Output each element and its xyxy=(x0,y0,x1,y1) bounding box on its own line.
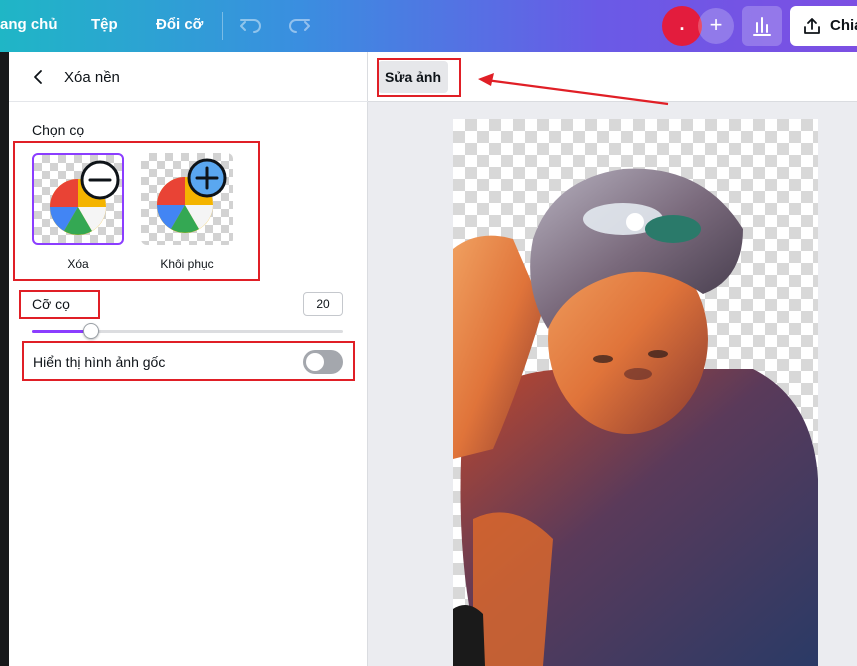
brush-size-input[interactable]: 20 xyxy=(303,292,343,316)
person-cutout-image xyxy=(453,168,818,666)
slider-thumb[interactable] xyxy=(83,323,99,339)
cutout-photo[interactable] xyxy=(453,119,818,666)
bar-chart-icon xyxy=(753,17,771,36)
annotation-box-show-original xyxy=(22,341,355,381)
avatar[interactable]: . xyxy=(662,6,702,46)
redo-icon[interactable] xyxy=(286,13,312,39)
nav-home[interactable]: ang chủ xyxy=(0,16,58,33)
share-label: Chia xyxy=(830,17,857,34)
nav-file[interactable]: Tệp xyxy=(91,16,118,33)
plus-icon: + xyxy=(709,12,723,37)
panel-header: Xóa nền xyxy=(9,52,368,102)
undo-icon[interactable] xyxy=(238,13,264,39)
nav-resize[interactable]: Đổi cỡ xyxy=(156,16,203,33)
share-button[interactable]: Chia xyxy=(790,6,857,46)
insights-button[interactable] xyxy=(742,6,782,46)
editor-sidebar-strip xyxy=(0,52,9,666)
annotation-box-edit-image xyxy=(377,58,461,97)
toolbar-divider xyxy=(222,12,223,40)
brush-size-slider[interactable] xyxy=(32,323,343,339)
panel-title: Xóa nền xyxy=(64,69,120,86)
add-collaborator-button[interactable]: + xyxy=(698,8,734,44)
back-chevron-icon[interactable] xyxy=(29,68,47,86)
upload-icon xyxy=(804,18,820,34)
top-toolbar: ang chủ Tệp Đổi cỡ . + Chia xyxy=(0,0,857,52)
brush-section-label: Chọn cọ xyxy=(32,122,85,138)
annotation-box-brush-size xyxy=(19,290,100,319)
annotation-box-brushes xyxy=(13,141,260,281)
